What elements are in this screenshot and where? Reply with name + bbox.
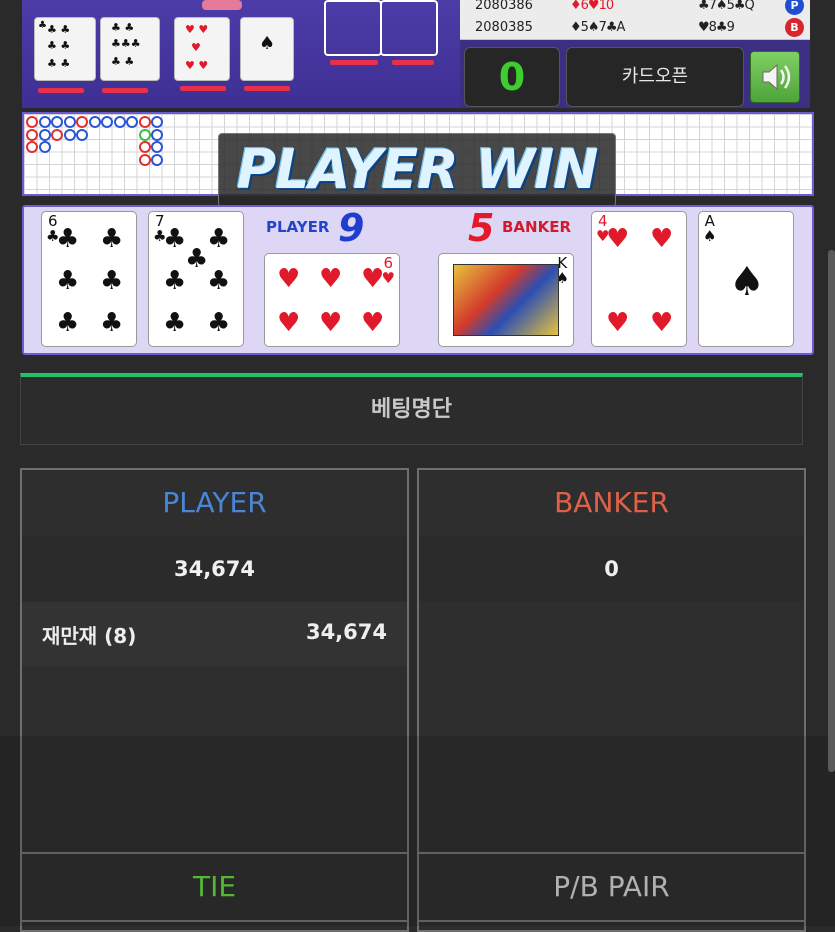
banker-label: BANKER [502, 218, 572, 236]
bead-marker [138, 153, 151, 166]
banker-cards: ♣7♠5♣Q [698, 0, 755, 13]
card-slot [380, 0, 438, 56]
bead-marker [101, 116, 113, 128]
player-score: 9 [338, 206, 365, 250]
sound-toggle-button[interactable] [750, 51, 800, 103]
bet-amount: 34,674 [305, 620, 387, 644]
table-card: ♣ ♣ ♣♣♣ ♣ ♣ [100, 17, 160, 81]
bead-marker [151, 116, 163, 128]
bead-marker [138, 128, 151, 141]
player-card-2: 7 ♣ ♣ ♣ ♣ ♣ ♣ ♣ ♣ [148, 211, 244, 347]
result-text: PLAYER WIN [236, 138, 599, 201]
player-win-mark: P [785, 0, 804, 15]
history-row: 2080386 ♦6♥10 ♣7♠5♣Q P [460, 0, 810, 18]
result-cards-area: 6 ♣ ♣ ♣ ♣ ♣ ♣ ♣ 7 ♣ ♣ ♣ ♣ ♣ ♣ ♣ ♣ 6 ♥ ♥ ♥ ♥ ♥ ♥ ♥ K ♠ … [22, 205, 814, 355]
card-slot [202, 0, 242, 10]
tie-bet-panel: TIE [20, 852, 409, 932]
bet-counter: 0 [464, 47, 560, 107]
result-banner: PLAYER WIN [218, 133, 616, 207]
king-face-icon [453, 264, 559, 336]
bead-marker [76, 128, 88, 141]
banker-card-3: A ♠ ♠ [698, 211, 794, 347]
betting-list-title: 베팅명단 [20, 373, 803, 445]
table-card: ♠ [240, 17, 294, 81]
player-bet-panel: PLAYER 34,674 재만재 (8) 34,674 [20, 468, 409, 854]
bead-marker [51, 128, 63, 141]
bead-marker [38, 128, 51, 141]
bead-marker [151, 128, 163, 141]
panel-total: 34,674 [22, 536, 407, 602]
bet-marker [38, 88, 84, 93]
bead-marker [26, 128, 38, 141]
bead-marker [126, 116, 138, 128]
bead-marker [88, 116, 101, 128]
bead-marker [26, 116, 38, 128]
panel-total: 0 [419, 536, 804, 602]
bead-marker [38, 141, 51, 153]
banker-bet-panel: BANKER 0 [417, 468, 806, 854]
bet-marker [180, 86, 226, 91]
player-cards: ♦6♥10 [570, 0, 614, 13]
card-slot [324, 0, 382, 56]
bet-marker [392, 60, 434, 65]
banker-cards: ♥8♣9 [698, 20, 735, 35]
card-open-button[interactable]: 카드오픈 [566, 47, 744, 107]
bet-entry: 재만재 (8) 34,674 [22, 602, 407, 666]
table-card: ♣ ♣ ♣ ♣ ♣ ♣ ♣ [34, 17, 96, 81]
bead-marker [151, 141, 163, 153]
bet-marker [330, 60, 378, 65]
banker-win-mark: B [785, 18, 804, 37]
banker-score: 5 [468, 206, 495, 250]
panel-title: TIE [22, 854, 407, 922]
bead-marker [138, 141, 151, 153]
panel-title: P/B PAIR [419, 854, 804, 922]
history-row: 2080385 ♦5♠7♣A ♥8♣9 B [460, 17, 810, 40]
bead-marker [51, 116, 63, 128]
panel-title: PLAYER [22, 470, 407, 538]
bead-marker [113, 116, 126, 128]
bet-marker [102, 88, 148, 93]
bead-marker [63, 128, 76, 141]
bead-marker [63, 116, 76, 128]
banker-card-1: K ♠ [438, 253, 574, 347]
betting-table: ♣ ♣ ♣ ♣ ♣ ♣ ♣ ♣ ♣ ♣♣♣ ♣ ♣ ♥ ♥ ♥ ♥ ♥ ♠ [22, 0, 460, 108]
player-card-3: 6 ♥ ♥ ♥ ♥ ♥ ♥ ♥ [264, 253, 400, 347]
round-id: 2080385 [475, 20, 533, 35]
bead-marker [26, 141, 38, 153]
player-cards: ♦5♠7♣A [570, 20, 625, 35]
table-card: ♥ ♥ ♥ ♥ ♥ [174, 17, 230, 81]
round-id: 2080386 [475, 0, 533, 13]
pair-bet-panel: P/B PAIR [417, 852, 806, 932]
bet-marker [244, 86, 290, 91]
player-card-1: 6 ♣ ♣ ♣ ♣ ♣ ♣ ♣ [41, 211, 137, 347]
bead-marker [76, 116, 88, 128]
banker-card-2: 4 ♥ ♥ ♥ ♥ ♥ [591, 211, 687, 347]
bead-marker [138, 116, 151, 128]
bead-marker [151, 153, 163, 166]
player-label: PLAYER [266, 218, 330, 236]
bettor-name: 재만재 (8) [42, 624, 137, 648]
scrollbar[interactable] [828, 250, 835, 772]
speaker-icon [762, 63, 791, 91]
bead-marker [38, 116, 51, 128]
panel-title: BANKER [419, 470, 804, 538]
